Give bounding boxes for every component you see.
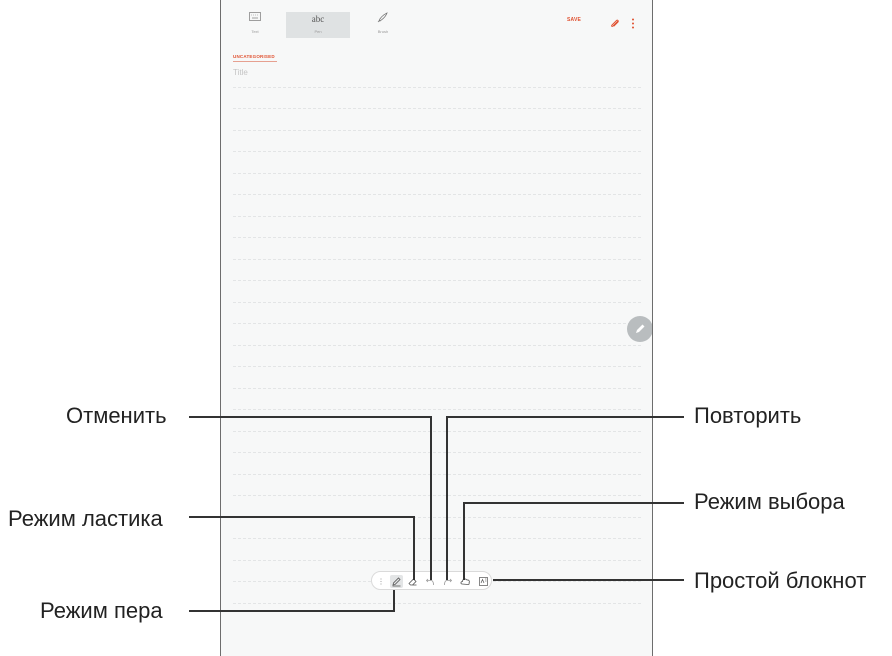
leader-pen <box>189 590 395 612</box>
callout-selection: Режим выбора <box>694 489 845 514</box>
callout-simple-notepad: Простой блокнот <box>694 568 867 593</box>
leader-redo <box>446 416 684 580</box>
callout-undo: Отменить <box>66 403 167 428</box>
callout-redo: Повторить <box>694 403 802 428</box>
callout-eraser: Режим ластика <box>8 506 163 531</box>
callout-leaders <box>189 416 684 612</box>
callout-pen: Режим пера <box>40 598 163 623</box>
leader-undo <box>189 416 432 580</box>
leader-selection <box>463 502 684 580</box>
leader-eraser <box>189 516 415 580</box>
